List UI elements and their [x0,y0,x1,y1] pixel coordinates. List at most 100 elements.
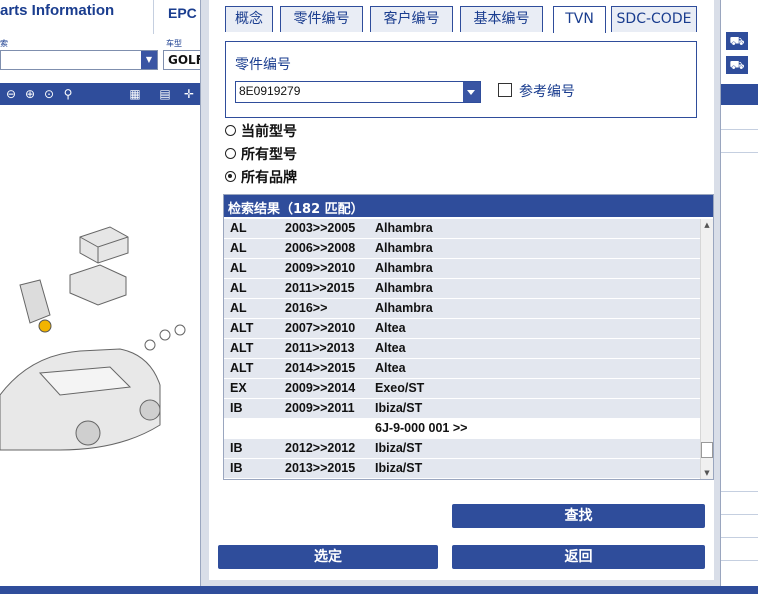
tab-customer-number[interactable]: 客户编号 [370,6,453,32]
result-model: Alhambra [375,261,433,275]
result-model: Altea [375,361,406,375]
result-code: IB [230,461,243,475]
result-code: IB [230,441,243,455]
result-model: Ibiza/ST [375,441,423,455]
table-row[interactable]: ALT 2014>>2015 Altea [224,359,700,379]
results-scrollbar[interactable]: ▲ ▼ [700,219,713,479]
results-list[interactable]: AL 2003>>2005 Alhambra AL 2006>>2008 Alhambra… [224,219,700,479]
part-number-title: 零件编号 [235,57,291,73]
result-model: Alhambra [375,281,433,295]
result-years: 2009>>2010 [285,261,356,275]
search-results: 检索结果（182 匹配） AL 2003>>2005 Alhambra AL 2006>… [223,194,714,480]
result-model: 6J-9-000 001 >> [375,421,468,435]
magnifier-icon[interactable]: ⚲ [59,86,77,102]
result-model: Ibiza/ST [375,461,423,475]
result-years: 2012>>2012 [285,441,356,455]
back-button[interactable]: 返回 [452,545,705,569]
result-code: AL [230,241,247,255]
result-years: 2009>>2014 [285,381,356,395]
zoom-out-icon[interactable]: ⊖ [2,86,20,102]
cart-icon[interactable]: ⛟ [726,32,748,50]
table-row[interactable]: 6J-9-000 001 >> [224,419,700,439]
part-number-value: 8E0919279 [239,84,301,98]
radio-label[interactable]: 当前型号 [241,121,297,141]
app-brand-title: arts Information [0,2,115,19]
result-code: ALT [230,361,254,375]
tab-concept[interactable]: 概念 [225,6,273,32]
part-number-panel: 零件编号 8E0919279 参考编号 [225,41,697,118]
reference-number-label[interactable]: 参考编号 [519,81,575,101]
table-row[interactable]: IB 2013>>2015 Ibiza/ST [224,459,700,479]
table-row[interactable]: IB 2012>>2012 Ibiza/ST [224,439,700,459]
table-row[interactable]: EX 2009>>2014 Exeo/ST [224,379,700,399]
right-panel-row [721,516,758,538]
result-years: 2014>>2015 [285,361,356,375]
result-years: 2006>>2008 [285,241,356,255]
chevron-down-icon[interactable]: ▼ [141,51,157,69]
part-number-select[interactable]: 8E0919279 [235,81,481,103]
result-model: Alhambra [375,301,433,315]
result-years: 2009>>2011 [285,401,355,415]
table-row[interactable]: IB 2009>>2011 Ibiza/ST [224,399,700,419]
cart-add-icon[interactable]: ⛟ [726,56,748,74]
model-field[interactable]: GOLF [163,50,203,70]
reference-number-checkbox[interactable] [498,83,512,97]
zoom-in-icon[interactable]: ⊕ [21,86,39,102]
result-code: ALT [230,321,254,335]
table-row[interactable]: AL 2009>>2010 Alhambra [224,259,700,279]
result-model: Exeo/ST [375,381,425,395]
result-code: EX [230,381,247,395]
model-label: 车型 [166,39,182,48]
chevron-down-icon[interactable] [463,82,480,102]
search-label: 索 [0,39,8,48]
right-panel-row [721,539,758,561]
result-code: ALT [230,341,254,355]
tab-tvn[interactable]: TVN [553,6,606,33]
result-code: AL [230,301,247,315]
radio-button[interactable] [225,148,236,159]
scroll-thumb[interactable] [701,442,713,458]
select-button[interactable]: 选定 [218,545,438,569]
radio-button[interactable] [225,125,236,136]
layout-icon[interactable]: ▤ [156,86,174,102]
result-years: 2013>>2015 [285,461,356,475]
result-years: 2016>> [285,301,328,315]
dialog-content: 概念 零件编号 客户编号 基本编号 TVN SDC-CODE 零件编号 8E09… [209,0,714,580]
result-model: Altea [375,321,406,335]
scroll-up-icon[interactable]: ▲ [701,219,713,231]
scroll-down-icon[interactable]: ▼ [701,467,713,479]
tab-base-number[interactable]: 基本编号 [460,6,543,32]
parts-diagram[interactable] [0,105,205,585]
result-code: IB [230,401,243,415]
tab-sdc-code[interactable]: SDC-CODE [611,6,697,32]
result-model: Alhambra [375,221,433,235]
part-search-dialog: 概念 零件编号 客户编号 基本编号 TVN SDC-CODE 零件编号 8E09… [200,0,721,586]
result-code: AL [230,261,247,275]
table-row[interactable]: ALT 2011>>2013 Altea [224,339,700,359]
car-parts-illustration [0,226,186,451]
catalog-select[interactable]: ▼ [0,50,158,70]
results-header: 检索结果（182 匹配） [224,195,713,217]
result-code: AL [230,281,247,295]
tab-part-number[interactable]: 零件编号 [280,6,363,32]
app-header: arts Information [0,0,150,34]
result-years: 2003>>2005 [285,221,356,235]
result-code: AL [230,221,247,235]
move-icon[interactable]: ✛ [180,86,198,102]
table-row[interactable]: AL 2003>>2005 Alhambra [224,219,700,239]
zoom-fit-icon[interactable]: ⊙ [40,86,58,102]
search-button[interactable]: 查找 [452,504,705,528]
result-years: 2011>>2013 [285,341,355,355]
radio-label[interactable]: 所有型号 [241,144,297,164]
radio-button-checked[interactable] [225,171,236,182]
table-row[interactable]: AL 2006>>2008 Alhambra [224,239,700,259]
epc-tab[interactable]: EPC [153,0,200,34]
table-row[interactable]: AL 2011>>2015 Alhambra [224,279,700,299]
thumbnails-icon[interactable]: ▦ [126,86,144,102]
result-model: Alhambra [375,241,433,255]
radio-label[interactable]: 所有品牌 [241,167,297,187]
status-bar [0,586,758,594]
right-panel-row [721,493,758,515]
table-row[interactable]: ALT 2007>>2010 Altea [224,319,700,339]
table-row[interactable]: AL 2016>> Alhambra [224,299,700,319]
